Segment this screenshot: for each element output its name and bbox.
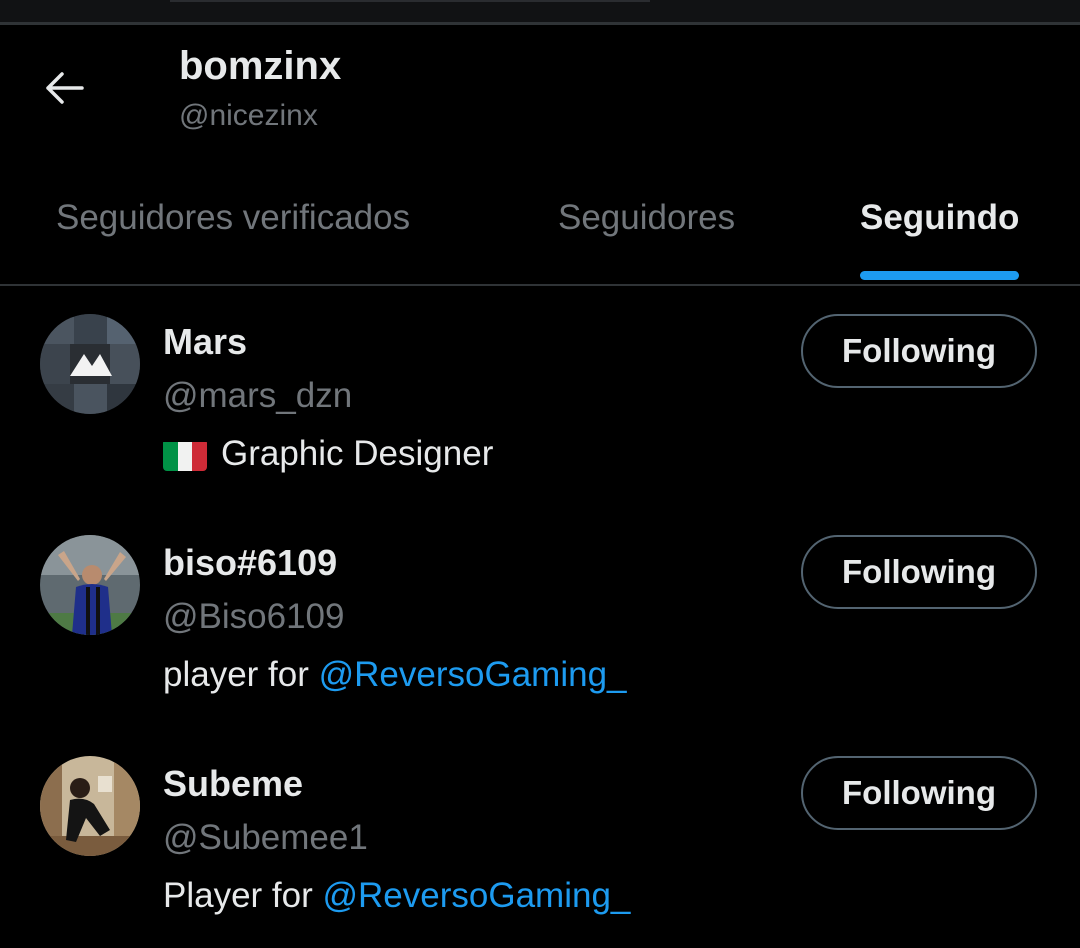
list-item-user[interactable]: biso#6109 @Biso6109 player for @ReversoG… bbox=[0, 507, 1080, 727]
tab-bar: Seguidores verificados Seguidores Seguin… bbox=[0, 178, 1080, 286]
avatar[interactable] bbox=[40, 314, 140, 414]
following-button[interactable]: Following bbox=[801, 535, 1037, 609]
bio-mention-link[interactable]: @ReversoGaming_ bbox=[323, 872, 631, 920]
user-bio: Player for @ReversoGaming_ bbox=[163, 872, 630, 920]
user-name[interactable]: Mars bbox=[163, 320, 247, 364]
bio-text: Graphic Designer bbox=[221, 434, 494, 473]
bio-text: player for bbox=[163, 655, 319, 694]
list-item-user[interactable]: Subeme @Subemee1 Player for @ReversoGami… bbox=[0, 728, 1080, 948]
tab-label: Seguidores bbox=[558, 198, 736, 237]
user-bio: Graphic Designer bbox=[163, 430, 493, 478]
avatar[interactable] bbox=[40, 535, 140, 635]
tab-seguindo[interactable]: Seguindo bbox=[860, 178, 1020, 282]
italy-flag-icon bbox=[163, 439, 207, 471]
tab-label: Seguindo bbox=[860, 198, 1020, 237]
tab-seguidores[interactable]: Seguidores bbox=[558, 178, 735, 282]
user-handle[interactable]: @Biso6109 bbox=[163, 595, 344, 639]
following-button[interactable]: Following bbox=[801, 756, 1037, 830]
active-tab-indicator bbox=[860, 271, 1020, 280]
profile-handle: @nicezinx bbox=[179, 99, 318, 132]
top-edge bbox=[0, 0, 1080, 25]
avatar[interactable] bbox=[40, 756, 140, 856]
user-handle[interactable]: @Subemee1 bbox=[163, 816, 368, 860]
tab-seguidores-verificados[interactable]: Seguidores verificados bbox=[56, 178, 410, 282]
list-item-user[interactable]: Mars @mars_dzn Graphic Designer Followin… bbox=[0, 286, 1080, 506]
arrow-left-icon bbox=[46, 72, 84, 104]
screen-notch bbox=[170, 0, 650, 2]
bio-mention-link[interactable]: @ReversoGaming_ bbox=[319, 651, 627, 699]
bio-text: Player for bbox=[163, 876, 323, 915]
profile-name: bomzinx bbox=[179, 44, 342, 88]
following-button[interactable]: Following bbox=[801, 314, 1037, 388]
user-handle[interactable]: @mars_dzn bbox=[163, 374, 352, 418]
user-name[interactable]: Subeme bbox=[163, 762, 303, 806]
user-bio: player for @ReversoGaming_ bbox=[163, 651, 627, 699]
tab-label: Seguidores verificados bbox=[56, 198, 411, 237]
user-name[interactable]: biso#6109 bbox=[163, 541, 337, 585]
back-button[interactable] bbox=[36, 60, 92, 116]
